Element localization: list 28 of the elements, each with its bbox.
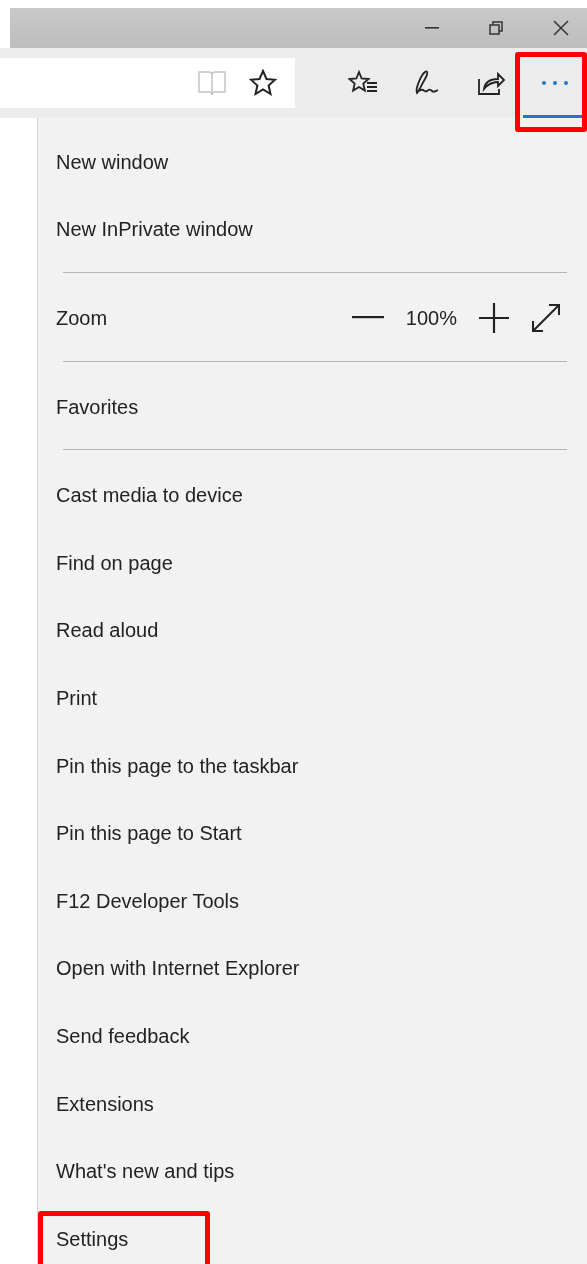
- share-icon: [476, 70, 506, 96]
- zoom-level: 100%: [405, 306, 457, 331]
- menu-item[interactable]: Cast media to device: [56, 480, 243, 511]
- full-screen-button[interactable]: [531, 303, 561, 333]
- zoom-out-button[interactable]: [351, 316, 384, 320]
- close-icon[interactable]: [553, 20, 569, 36]
- menu-item[interactable]: New window: [56, 146, 169, 177]
- menu-item[interactable]: Pin this page to the taskbar: [56, 750, 299, 781]
- pen-icon: [413, 69, 441, 97]
- minimize-icon[interactable]: [425, 27, 439, 29]
- zoom-in-button[interactable]: [479, 303, 509, 333]
- menu-item[interactable]: F12 Developer Tools: [56, 885, 240, 916]
- zoom-label: Zoom: [56, 306, 108, 331]
- star-icon[interactable]: [249, 69, 277, 97]
- menu-item[interactable]: Send feedback: [56, 1020, 190, 1051]
- menu-item[interactable]: Settings: [56, 1223, 129, 1254]
- menu-item[interactable]: Favorites: [56, 391, 139, 422]
- menu-item[interactable]: Extensions: [56, 1088, 154, 1119]
- menu-item[interactable]: What's new and tips: [56, 1156, 235, 1187]
- menu-item[interactable]: Pin this page to Start: [56, 818, 242, 849]
- menu-item[interactable]: Find on page: [56, 547, 173, 578]
- address-field[interactable]: [0, 58, 295, 108]
- menu-item[interactable]: New InPrivate window: [56, 214, 253, 245]
- restore-icon[interactable]: [489, 21, 503, 35]
- menu-item[interactable]: Read aloud: [56, 615, 159, 646]
- menu-item[interactable]: Print: [56, 682, 98, 713]
- menu-item[interactable]: Open with Internet Explorer: [56, 953, 300, 984]
- more-icon: [541, 80, 569, 86]
